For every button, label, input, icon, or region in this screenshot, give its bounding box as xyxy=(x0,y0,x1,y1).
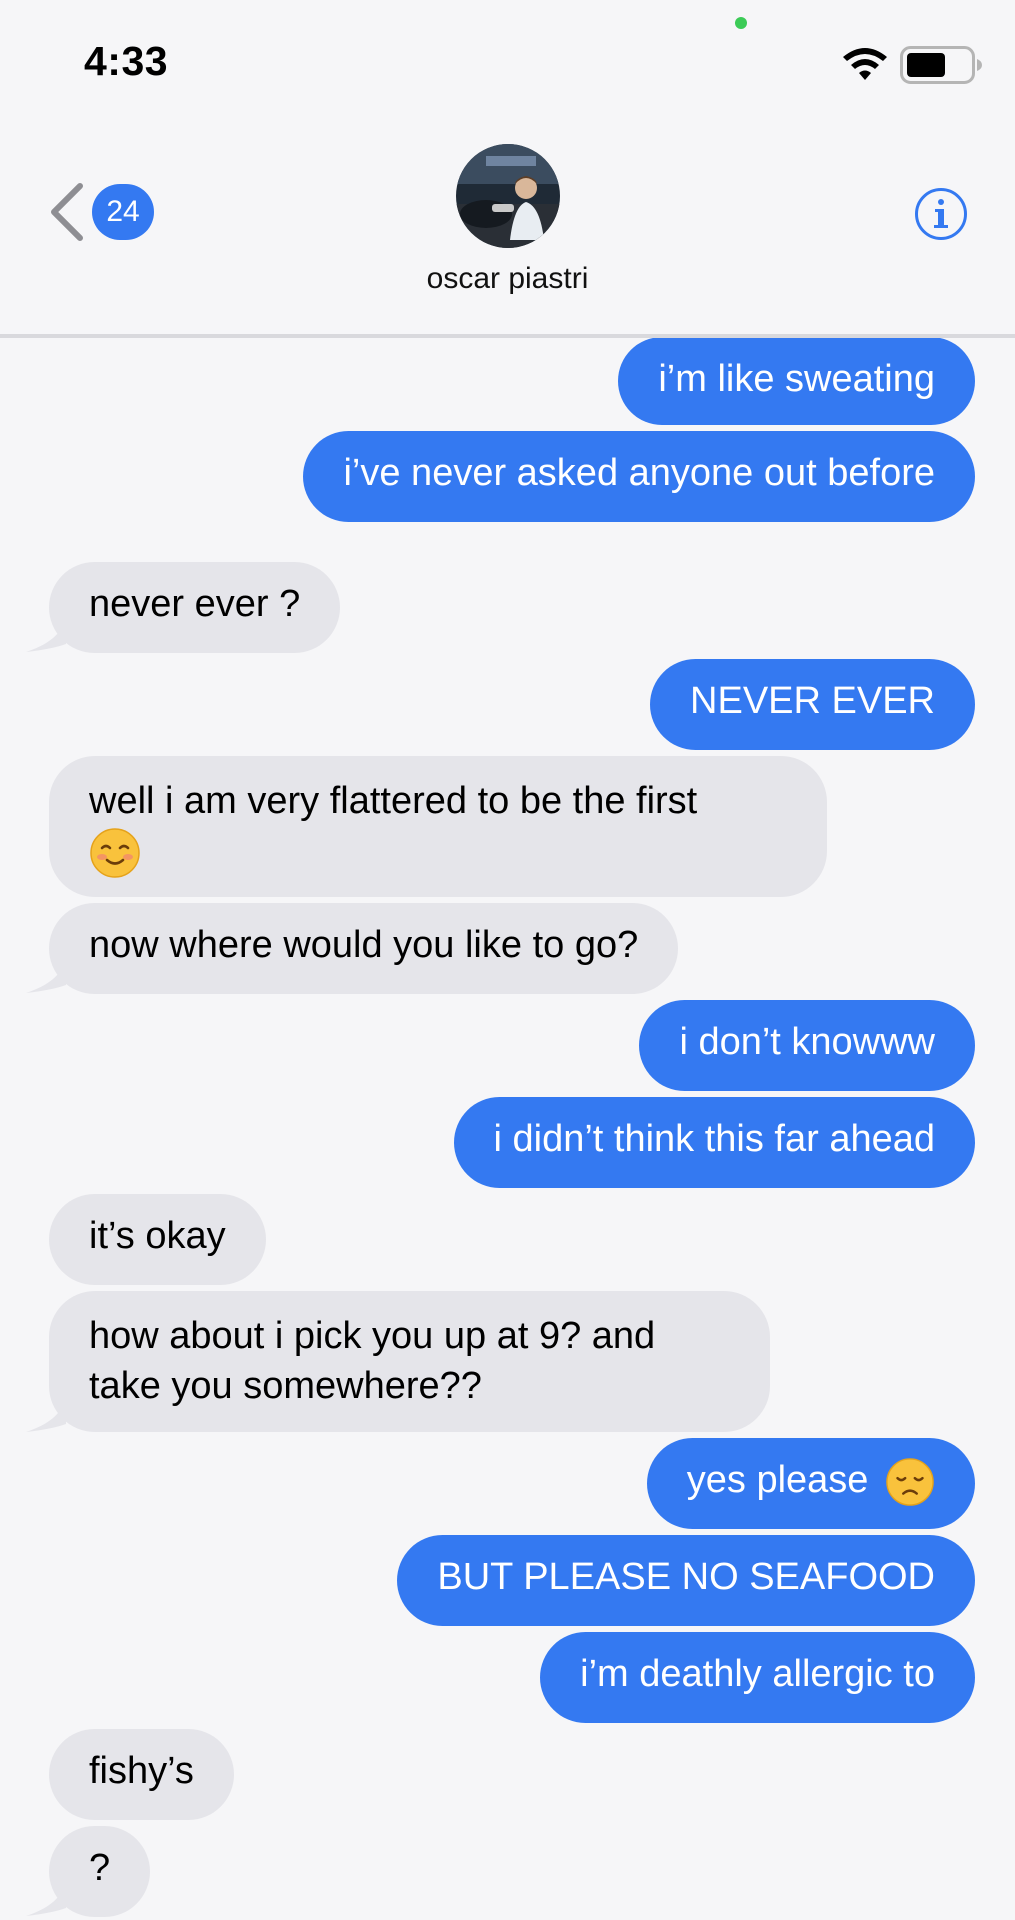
sent-message-bubble[interactable]: i’m deathly allergic to xyxy=(540,1632,975,1723)
wifi-icon xyxy=(843,48,887,80)
received-message-bubble[interactable]: it’s okay xyxy=(49,1194,266,1285)
status-bar: 4:33 xyxy=(0,0,1015,120)
sent-message-bubble[interactable]: i’m like sweating xyxy=(618,337,975,425)
sent-message-bubble[interactable]: BUT PLEASE NO SEAFOOD xyxy=(397,1535,975,1626)
received-message-bubble[interactable]: how about i pick you up at 9? and take y… xyxy=(49,1291,770,1432)
back-button[interactable]: 24 xyxy=(46,182,154,242)
message-text: i didn’t think this far ahead xyxy=(493,1118,936,1160)
status-time: 4:33 xyxy=(84,38,169,84)
sent-message-bubble[interactable]: i don’t knowww xyxy=(639,1000,975,1091)
message-text: i’m deathly allergic to xyxy=(580,1653,935,1695)
bubble-tail-icon xyxy=(26,620,66,652)
bubble-tail-icon xyxy=(26,961,66,993)
chevron-left-icon xyxy=(51,183,83,241)
received-message-bubble[interactable]: well i am very flattered to be the first xyxy=(49,756,827,897)
message-text: never ever ? xyxy=(89,583,301,625)
avatar[interactable] xyxy=(456,144,560,248)
message-text: well i am very flattered to be the first xyxy=(89,780,698,822)
sent-message-bubble[interactable]: i didn’t think this far ahead xyxy=(453,1097,975,1188)
message-text: yes please xyxy=(686,1459,869,1501)
received-message-bubble[interactable]: never ever ? xyxy=(49,562,341,653)
sent-message-bubble[interactable]: NEVER EVER xyxy=(650,659,975,750)
message-text: i’m like sweating xyxy=(658,358,935,400)
smiling-blushing-emoji-icon xyxy=(90,828,140,878)
message-text: i’ve never asked anyone out before xyxy=(343,452,935,494)
bubble-tail-icon xyxy=(26,1400,66,1432)
message-text: how about i pick you up at 9? and take y… xyxy=(89,1315,656,1407)
contact-photo-icon xyxy=(456,144,560,248)
conversation-header: 24 oscar piastri xyxy=(0,120,1015,338)
sent-message-bubble[interactable]: yes please xyxy=(646,1438,975,1529)
disappointed-face-emoji-icon xyxy=(886,1458,934,1506)
message-text: i don’t knowww xyxy=(679,1021,935,1063)
message-text: fishy’s xyxy=(89,1750,194,1792)
battery-icon xyxy=(900,46,982,84)
bubble-tail-icon xyxy=(26,1884,66,1916)
message-text: NEVER EVER xyxy=(690,680,935,722)
received-message-bubble[interactable]: now where would you like to go? xyxy=(49,903,679,994)
message-text: now where would you like to go? xyxy=(89,924,639,966)
message-text: BUT PLEASE NO SEAFOOD xyxy=(437,1556,935,1598)
unread-count-badge: 24 xyxy=(92,184,154,240)
received-message-bubble[interactable]: fishy’s xyxy=(49,1729,234,1820)
info-icon[interactable] xyxy=(914,187,968,241)
message-text: ? xyxy=(89,1847,111,1889)
message-text: it’s okay xyxy=(89,1215,226,1257)
contact-name[interactable]: oscar piastri xyxy=(0,262,1015,296)
sent-message-bubble[interactable]: i’ve never asked anyone out before xyxy=(303,431,975,522)
camera-indicator-icon xyxy=(735,17,747,29)
